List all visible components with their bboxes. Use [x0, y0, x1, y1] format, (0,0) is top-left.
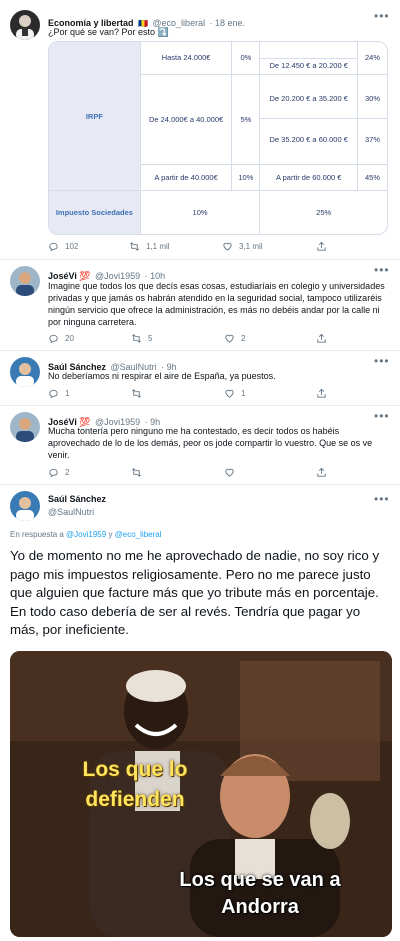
bracket-rate: 45% [357, 164, 387, 192]
reply-and: y [108, 530, 113, 539]
reply-prefix: En respuesta a [10, 530, 64, 539]
retweet-icon [132, 389, 141, 398]
heart-icon [225, 468, 234, 477]
like-button[interactable]: 1 [224, 388, 245, 399]
retweet-icon [132, 468, 141, 477]
bracket-range: A partir de 40.000€ [139, 164, 233, 192]
reply-icon [49, 468, 58, 478]
more-icon[interactable]: ••• [374, 264, 390, 276]
bracket-rate: 37% [365, 135, 381, 145]
avatar[interactable] [10, 491, 40, 521]
retweet-button[interactable] [131, 467, 148, 478]
more-icon[interactable]: ••• [374, 10, 390, 22]
retweet-button[interactable]: 1,1 mil [129, 241, 170, 252]
bracket-range: Hasta 24.000€ [139, 42, 233, 75]
main-tweet-text: Yo de momento no me he aprovechado de na… [10, 548, 380, 637]
tweet-text: ¿Por qué se van? Por esto ⤵️ [48, 27, 169, 37]
meme-top-caption: Los que lo defienden [82, 758, 188, 811]
reply-button[interactable]: 20 [48, 333, 74, 344]
tax-table-image[interactable]: IRPF Hasta 24.000€ 0% De 12.450 € a 20.2… [48, 41, 388, 235]
reply-button[interactable]: 1 [48, 388, 69, 399]
tweet-text: Mucha tontería pero ninguno me ha contes… [48, 426, 373, 460]
reply-icon [49, 242, 58, 252]
retweet-icon [132, 334, 141, 343]
share-button[interactable] [316, 241, 327, 252]
divider [0, 484, 400, 485]
more-icon[interactable]: ••• [374, 410, 390, 422]
share-button[interactable] [316, 467, 327, 478]
retweet-button[interactable] [131, 388, 148, 399]
bracket-range: De 35.200 € a 60.000 € [269, 135, 348, 145]
meme-image[interactable]: Los que lo defienden Los que se van a An… [10, 651, 392, 937]
like-button[interactable]: 3,1 mil [222, 241, 263, 252]
reply-mention[interactable]: @eco_liberal [115, 530, 162, 539]
like-count: 2 [241, 334, 246, 343]
author-name[interactable]: Saúl Sánchez [48, 494, 106, 504]
reply-count: 102 [65, 242, 79, 251]
share-button[interactable] [316, 333, 327, 344]
share-button[interactable] [316, 388, 327, 399]
bracket-range: De 12.450 € a 20.200 € [259, 42, 359, 75]
share-icon [317, 333, 326, 343]
bracket-rate: 24% [357, 42, 387, 75]
tweet-text: Imagine que todos los que decís esas cos… [48, 281, 385, 327]
share-icon [317, 467, 326, 477]
reply-context: En respuesta a @Jovi1959 y @eco_liberal [10, 530, 161, 539]
retweet-button[interactable]: 5 [131, 333, 152, 344]
author-handle[interactable]: @SaulNutri [48, 507, 94, 517]
heart-icon [225, 334, 234, 343]
meme-bottom-caption: Los que se van a Andorra [179, 869, 341, 918]
bracket-rate: 0% [231, 42, 261, 75]
retweet-count: 1,1 mil [146, 242, 170, 251]
avatar[interactable] [10, 10, 40, 40]
divider [0, 350, 400, 351]
reply-button[interactable]: 2 [48, 467, 69, 478]
more-icon[interactable]: ••• [374, 355, 390, 367]
sociedades-label: Impuesto Sociedades [49, 190, 141, 234]
bracket-rate: 5% [231, 73, 261, 166]
reply-icon [49, 334, 58, 344]
like-count: 3,1 mil [239, 242, 263, 251]
bracket-range: De 24.000€ a 40.000€ [139, 73, 233, 166]
retweet-count: 5 [148, 334, 153, 343]
irpf-label: IRPF [49, 42, 141, 192]
bracket-rate: 30% [358, 78, 387, 120]
reply-icon [49, 389, 58, 399]
share-icon [317, 241, 326, 251]
like-count: 1 [241, 389, 246, 398]
tweet-time[interactable]: · 18 ene. [210, 18, 246, 28]
bracket-rate: 10% [231, 164, 261, 192]
heart-icon [223, 242, 232, 251]
retweet-icon [130, 242, 139, 251]
more-icon[interactable]: ••• [374, 493, 390, 505]
heart-icon [225, 389, 234, 398]
avatar[interactable] [10, 412, 40, 442]
reply-count: 20 [65, 334, 74, 343]
bracket-rate-group: 30% 37% [357, 73, 387, 166]
like-button[interactable] [224, 467, 241, 478]
bracket-range: A partir de 60.000 € [259, 164, 359, 192]
tweet-text: No deberíamos ni respirar el aire de Esp… [48, 371, 276, 381]
reply-count: 1 [65, 389, 70, 398]
avatar[interactable] [10, 357, 40, 387]
reply-count: 2 [65, 468, 70, 477]
sociedades-rate: 10% [139, 190, 261, 234]
sociedades-rate: 25% [259, 190, 387, 234]
reply-mention[interactable]: @Jovi1959 [66, 530, 106, 539]
reply-button[interactable]: 102 [48, 241, 78, 252]
bracket-range-group: De 20.200 € a 35.200 € De 35.200 € a 60.… [259, 73, 359, 166]
divider [0, 259, 400, 260]
bracket-range: De 20.200 € a 35.200 € [260, 78, 358, 120]
divider [0, 405, 400, 406]
like-button[interactable]: 2 [224, 333, 245, 344]
share-icon [317, 388, 326, 398]
avatar[interactable] [10, 266, 40, 296]
